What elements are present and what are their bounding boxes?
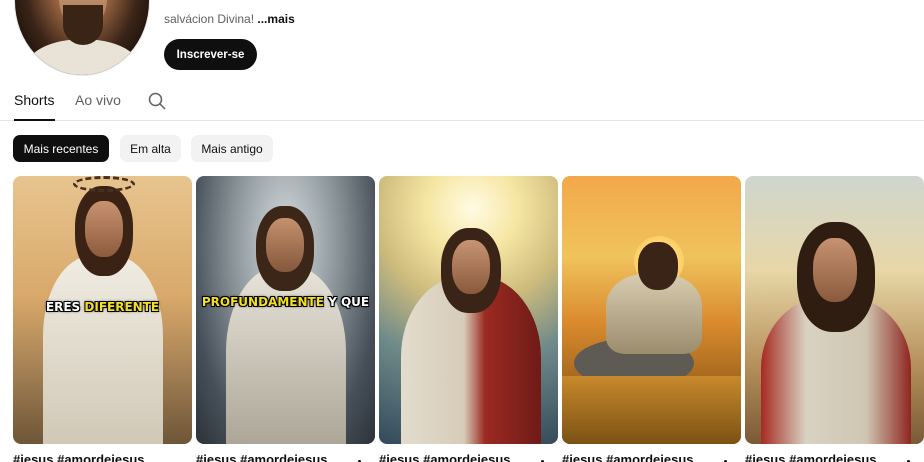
short-thumbnail[interactable]: ERES DIFERENTE	[13, 176, 192, 444]
short-title[interactable]: #jesus #amordejesus	[562, 452, 694, 462]
short-overlay-text: PROFUNDAMENTE Y QUE	[201, 295, 370, 309]
figure-hair	[638, 242, 678, 290]
chip-oldest[interactable]: Mais antigo	[191, 135, 273, 162]
grass-field	[562, 376, 741, 444]
more-link[interactable]: ...mais	[257, 12, 294, 26]
search-icon[interactable]	[148, 92, 166, 110]
subscribe-button[interactable]: Inscrever-se	[164, 39, 257, 70]
figure-face	[266, 218, 304, 272]
short-thumbnail[interactable]: PROFUNDAMENTE Y QUE	[196, 176, 375, 444]
figure-face	[813, 238, 857, 302]
figure-face	[85, 201, 123, 257]
short-overlay-text: ERES DIFERENTE	[45, 300, 160, 314]
short-title[interactable]: #jesus #amordejesus	[745, 452, 877, 462]
avatar-beard	[63, 5, 103, 45]
chip-trending[interactable]: Em alta	[120, 135, 181, 162]
active-tab-indicator	[14, 119, 55, 121]
tab-live[interactable]: Ao vivo	[75, 92, 121, 108]
short-thumbnail[interactable]	[379, 176, 558, 444]
figure-robe	[226, 266, 346, 444]
tab-shorts[interactable]: Shorts	[14, 92, 54, 108]
channel-tabs: Shorts Ao vivo	[0, 84, 924, 121]
channel-description-text: salvácion Divina!	[164, 12, 255, 26]
figure-face	[452, 240, 490, 294]
short-title[interactable]: #jesus #amordejesus	[13, 452, 145, 462]
channel-description: salvácion Divina! ...mais	[164, 12, 295, 26]
short-title[interactable]: #jesus #amordejesus	[196, 452, 328, 462]
crown-of-thorns	[73, 176, 135, 192]
short-thumbnail[interactable]	[562, 176, 741, 444]
figure-robe	[43, 256, 163, 444]
chip-recent[interactable]: Mais recentes	[13, 135, 109, 162]
short-title[interactable]: #jesus #amordejesus	[379, 452, 511, 462]
short-thumbnail[interactable]	[745, 176, 924, 444]
channel-avatar[interactable]	[14, 0, 150, 76]
